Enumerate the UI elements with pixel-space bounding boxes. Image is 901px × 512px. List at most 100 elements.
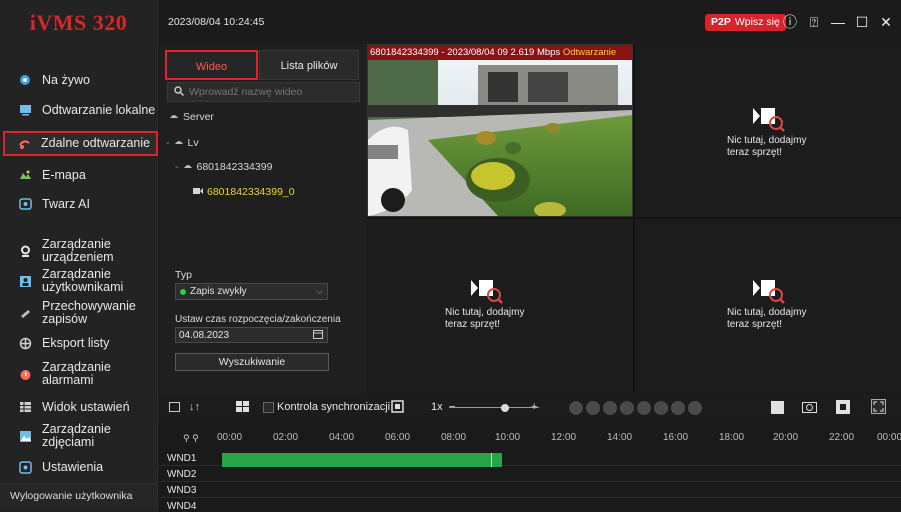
bitrate: 2.619 Mbps [510,47,561,58]
video-search [167,82,360,102]
slow-icon[interactable] [637,401,651,415]
tree-lv[interactable]: - Lv [166,137,199,149]
rewind-icon[interactable] [654,401,668,415]
record-type-value: Zapis zwykły [190,286,247,297]
video-search-input[interactable] [189,86,349,98]
window-controls: ⓘ ⍰ — ☐ ✕ [783,12,893,32]
fast-forward-icon[interactable] [671,401,685,415]
nav-alarm-management[interactable]: Zarządzanie alarmami [8,361,158,387]
empty-slot-message: Nic tutaj, dodajmy teraz sprzęt! [445,274,524,331]
remote-playback-icon [17,137,31,151]
sync-checkbox[interactable] [263,402,274,413]
playback-panel: Wideo Lista plików Server - Lv - 6801842… [159,44,367,394]
tree-channel[interactable]: 6801842334399_0 [193,186,295,198]
nav-user-management[interactable]: Zarządzanie użytkownikami [8,268,158,294]
timeline[interactable]: ⚲ ⚲ 00:00 02:00 04:00 06:00 08:00 10:00 … [159,424,901,512]
nav-remote-playback[interactable]: Zdalne odtwarzanie [3,131,158,156]
hour-tick: 04:00 [329,432,355,443]
step-forward-icon[interactable] [620,401,634,415]
timeline-row-wnd2[interactable]: WND2 [159,468,901,482]
search-button[interactable]: Wyszukiwanie [175,353,329,371]
nav-device-management[interactable]: Zarządzanie urządzeniem [8,238,158,264]
tree-device[interactable]: - 6801842334399 [175,161,272,173]
video-window-3[interactable]: Nic tutaj, dodajmy teraz sprzęt! [367,219,633,392]
video-grid: 6801842334399 - 2023/08/04 09 2.619 Mbps… [367,44,901,392]
sort-icon[interactable]: ↓↑ [189,401,200,413]
play-icon[interactable] [569,401,583,415]
status-dot-icon [180,288,186,295]
speed-value: 1x [431,401,443,413]
nav-storage[interactable]: Przechowywanie zapisów [8,300,158,326]
nav-picture-management-label: Zarządzanie zdjęciami [42,422,111,449]
record-icon[interactable] [836,400,850,417]
timeline-row-wnd4[interactable]: WND4 [159,500,901,512]
stop-all-icon[interactable] [771,401,784,414]
empty-slot-line1: Nic tutaj, dodajmy [727,307,807,318]
tree-device-label: 6801842334399 [196,161,273,173]
calendar-icon[interactable] [313,329,323,342]
window-label: WND1 [167,453,197,464]
top-bar: 2023/08/04 10:24:45 P2P Wpisz się ⓘ ⍰ — … [159,0,901,44]
help-icon[interactable]: ⍰ [807,14,821,31]
minimize-icon[interactable]: — [831,14,845,30]
timeline-row-wnd1[interactable]: WND1 [159,452,901,467]
record-type-select[interactable]: Zapis zwykły ⌵ [175,283,328,300]
nav-emap[interactable]: E-mapa [8,168,158,182]
tab-video[interactable]: Wideo [165,50,258,80]
close-icon[interactable]: ✕ [879,14,893,31]
date-field[interactable]: 04.08.2023 [175,327,328,343]
split-screen-icon[interactable] [236,401,249,416]
fullscreen-icon[interactable] [871,399,886,417]
video-window-4[interactable]: Nic tutaj, dodajmy teraz sprzęt! [635,219,901,392]
view-settings-icon [18,400,32,414]
hour-tick: 22:00 [829,432,855,443]
nav-view-settings-label: Widok ustawień [42,399,130,414]
pause-icon[interactable] [586,401,600,415]
hour-tick: 16:00 [663,432,689,443]
video-window-1[interactable]: 6801842334399 - 2023/08/04 09 2.619 Mbps… [367,44,633,217]
tree-server[interactable]: Server [169,111,214,123]
nav-export-list[interactable]: Eksport listy [8,336,158,350]
recording-segment[interactable] [222,453,502,467]
tab-file-list[interactable]: Lista plików [259,50,359,80]
nav-storage-label: Przechowywanie zapisów [42,299,136,326]
empty-slot-line1: Nic tutaj, dodajmy [727,135,807,146]
nav-live[interactable]: Na żywo [8,73,158,87]
logout-button[interactable]: Wylogowanie użytkownika [0,483,157,507]
nav-view-settings[interactable]: Widok ustawień [8,400,158,414]
empty-slot-text: Nic tutaj, dodajmy teraz sprzęt! [727,307,806,331]
camera-title: 6801842334399 - 2023/08/04 09 [370,47,508,58]
sync-label: Kontrola synchronizacji [277,401,391,413]
snapshot-icon[interactable] [802,400,817,416]
local-playback-icon [18,103,32,117]
playback-cursor[interactable] [490,453,492,467]
storage-icon [18,306,32,320]
nav-picture-management[interactable]: Zarządzanie zdjęciami [8,423,158,449]
device-icon [18,244,32,258]
pictures-icon [18,429,32,443]
p2p-login-button[interactable]: P2P Wpisz się [705,14,786,31]
nav-local-playback[interactable]: Odtwarzanie lokalne [8,103,158,117]
window-label: WND2 [167,469,197,480]
video-window-2[interactable]: Nic tutaj, dodajmy teraz sprzęt! [635,44,901,217]
timeline-row-wnd3[interactable]: WND3 [159,484,901,498]
video-window-header: 6801842334399 - 2023/08/04 09 2.619 Mbps… [368,45,632,60]
nav-face-ai[interactable]: Twarz AI [8,197,158,211]
sidebar: iVMS 320 Na żywo Odtwarzanie lokalne Zda… [0,0,158,512]
stop-icon[interactable] [603,401,617,415]
layout-icon[interactable] [169,402,180,415]
maximize-icon[interactable]: ☐ [855,14,869,31]
fit-icon[interactable] [391,400,404,416]
empty-slot-line2: teraz sprzęt! [727,319,783,330]
skip-icon[interactable] [688,401,702,415]
hour-tick: 10:00 [495,432,521,443]
date-value: 04.08.2023 [179,329,230,341]
speed-slider[interactable]: − + [449,401,539,415]
playback-status: Odtwarzanie [562,47,617,58]
nav-settings[interactable]: Ustawienia [8,460,158,474]
info-icon[interactable]: ⓘ [783,12,797,32]
alarm-icon [18,367,32,381]
hour-tick: 20:00 [773,432,799,443]
emap-icon [18,168,32,182]
empty-slot-line1: Nic tutaj, dodajmy [445,307,525,318]
